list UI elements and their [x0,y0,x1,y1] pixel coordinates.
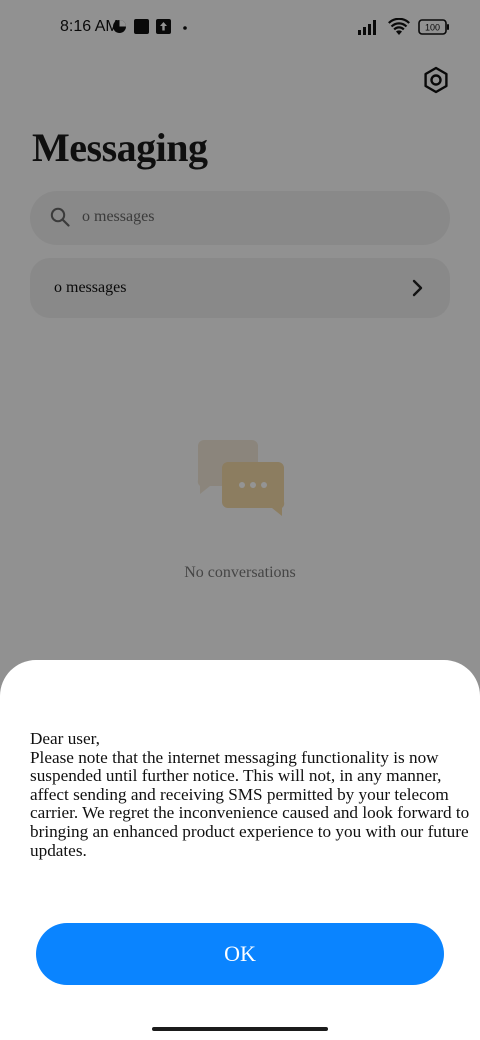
notice-message: Dear user, Please note that the internet… [30,729,470,860]
notice-bottom-sheet: Dear user, Please note that the internet… [0,660,480,1040]
ok-button[interactable]: OK [36,923,444,985]
home-indicator[interactable] [152,1027,328,1031]
